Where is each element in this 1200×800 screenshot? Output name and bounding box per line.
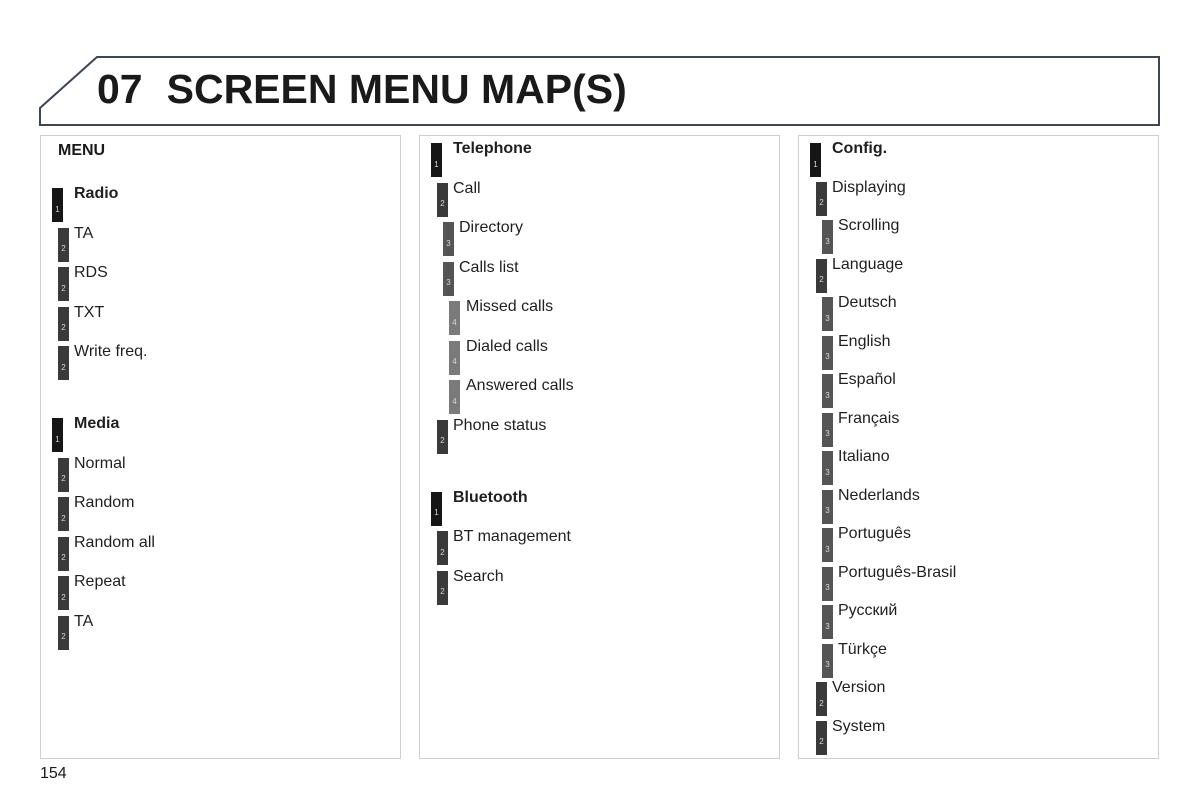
level-badge: 3 xyxy=(822,297,833,331)
menu-item-label: Dialed calls xyxy=(466,337,548,355)
menu-item-label: Displaying xyxy=(832,178,906,196)
level-badge: 1 xyxy=(431,491,442,526)
level-badge: 3 xyxy=(822,451,833,485)
menu-item-label: Random all xyxy=(74,533,155,551)
menu-item-label: Calls list xyxy=(459,258,519,276)
level-badge: 3 xyxy=(822,528,833,562)
chapter-title-text: SCREEN MENU MAP(S) xyxy=(166,66,627,112)
level-badge: 1 xyxy=(810,143,821,177)
menu-heading: MENU xyxy=(58,142,106,159)
level-badge: 2 xyxy=(58,227,69,262)
chapter-title: 07 SCREEN MENU MAP(S) xyxy=(97,66,627,113)
menu-item-label: Phone status xyxy=(453,416,547,434)
chapter-number: 07 xyxy=(97,66,143,112)
menu-column-2: 1 Telephone 2 Call 3 Directory 3 Calls list 4 Mis… xyxy=(419,135,780,759)
level-badge: 2 xyxy=(437,531,448,565)
menu-item-label: TXT xyxy=(74,303,105,321)
level-badge: 2 xyxy=(816,181,827,216)
menu-item-label: Deutsch xyxy=(838,294,897,311)
level-badge: 2 xyxy=(58,536,69,571)
level-badge: 2 xyxy=(58,346,69,380)
level-badge: 2 xyxy=(437,182,448,217)
menu-item-label: Radio xyxy=(74,185,119,202)
menu-item-label: BT management xyxy=(453,528,571,545)
level-badge: 3 xyxy=(822,412,833,447)
menu-column-3: 1 Config. 2 Displaying 3 Scrolling 2 Language 3 D… xyxy=(798,135,1159,759)
menu-item-label: Normal xyxy=(74,454,126,472)
menu-item-label: TA xyxy=(74,224,94,242)
level-badge: 2 xyxy=(816,682,827,716)
level-badge: 2 xyxy=(58,457,69,492)
menu-item-label: Türkçe xyxy=(838,640,887,658)
menu-item-label: Español xyxy=(838,371,896,388)
level-badge: 2 xyxy=(58,267,69,301)
page-number: 154 xyxy=(40,765,67,782)
menu-item-label: Français xyxy=(838,409,900,427)
level-badge: 1 xyxy=(52,418,63,452)
menu-item-label: System xyxy=(832,717,886,735)
menu-item-label: Random xyxy=(74,494,135,511)
menu-item-label: Media xyxy=(74,415,120,432)
menu-item-label: Config. xyxy=(832,140,888,157)
menu-item-label: Search xyxy=(453,567,504,585)
menu-item-label: Telephone xyxy=(453,140,532,157)
menu-item-label: Answered calls xyxy=(466,377,574,394)
level-badge: 1 xyxy=(431,143,442,177)
level-badge: 4 xyxy=(449,380,460,414)
level-badge: 2 xyxy=(58,576,69,610)
level-badge: 2 xyxy=(437,419,448,454)
level-badge: 3 xyxy=(822,489,833,524)
menu-item-label: Repeat xyxy=(74,573,126,590)
level-badge: 3 xyxy=(443,222,454,256)
level-badge: 3 xyxy=(822,605,833,639)
level-badge: 4 xyxy=(449,340,460,375)
level-badge: 3 xyxy=(822,643,833,678)
menu-item-label: Version xyxy=(832,679,886,696)
level-badge: 2 xyxy=(816,258,827,293)
menu-item-label: RDS xyxy=(74,264,108,281)
level-badge: 2 xyxy=(58,497,69,531)
level-badge: 2 xyxy=(437,570,448,605)
level-badge: 3 xyxy=(443,261,454,296)
level-badge: 4 xyxy=(449,301,460,335)
menu-item-label: Directory xyxy=(459,219,524,236)
level-badge: 1 xyxy=(52,188,63,222)
menu-item-label: Missed calls xyxy=(466,298,554,315)
menu-item-label: Call xyxy=(453,179,481,197)
menu-item-label: Português-Brasil xyxy=(838,563,957,581)
level-badge: 3 xyxy=(822,374,833,408)
level-badge: 2 xyxy=(58,615,69,650)
level-badge: 2 xyxy=(816,720,827,755)
menu-item-label: English xyxy=(838,332,891,350)
level-badge: 3 xyxy=(822,566,833,601)
menu-item-label: Русский xyxy=(838,602,898,619)
menu-item-label: TA xyxy=(74,612,94,630)
menu-item-label: Italiano xyxy=(838,448,890,465)
menu-column-1: MENU 1 Radio 2 TA 2 RDS 2 TXT 2 Write freq. 1 Media… xyxy=(40,135,401,759)
level-badge: 2 xyxy=(58,306,69,341)
menu-item-label: Scrolling xyxy=(838,217,900,234)
menu-item-label: Language xyxy=(832,255,904,273)
menu-item-label: Português xyxy=(838,525,911,542)
level-badge: 3 xyxy=(822,335,833,370)
menu-item-label: Write freq. xyxy=(74,343,148,360)
menu-item-label: Nederlands xyxy=(838,486,920,504)
level-badge: 3 xyxy=(822,220,833,254)
menu-item-label: Bluetooth xyxy=(453,488,528,506)
